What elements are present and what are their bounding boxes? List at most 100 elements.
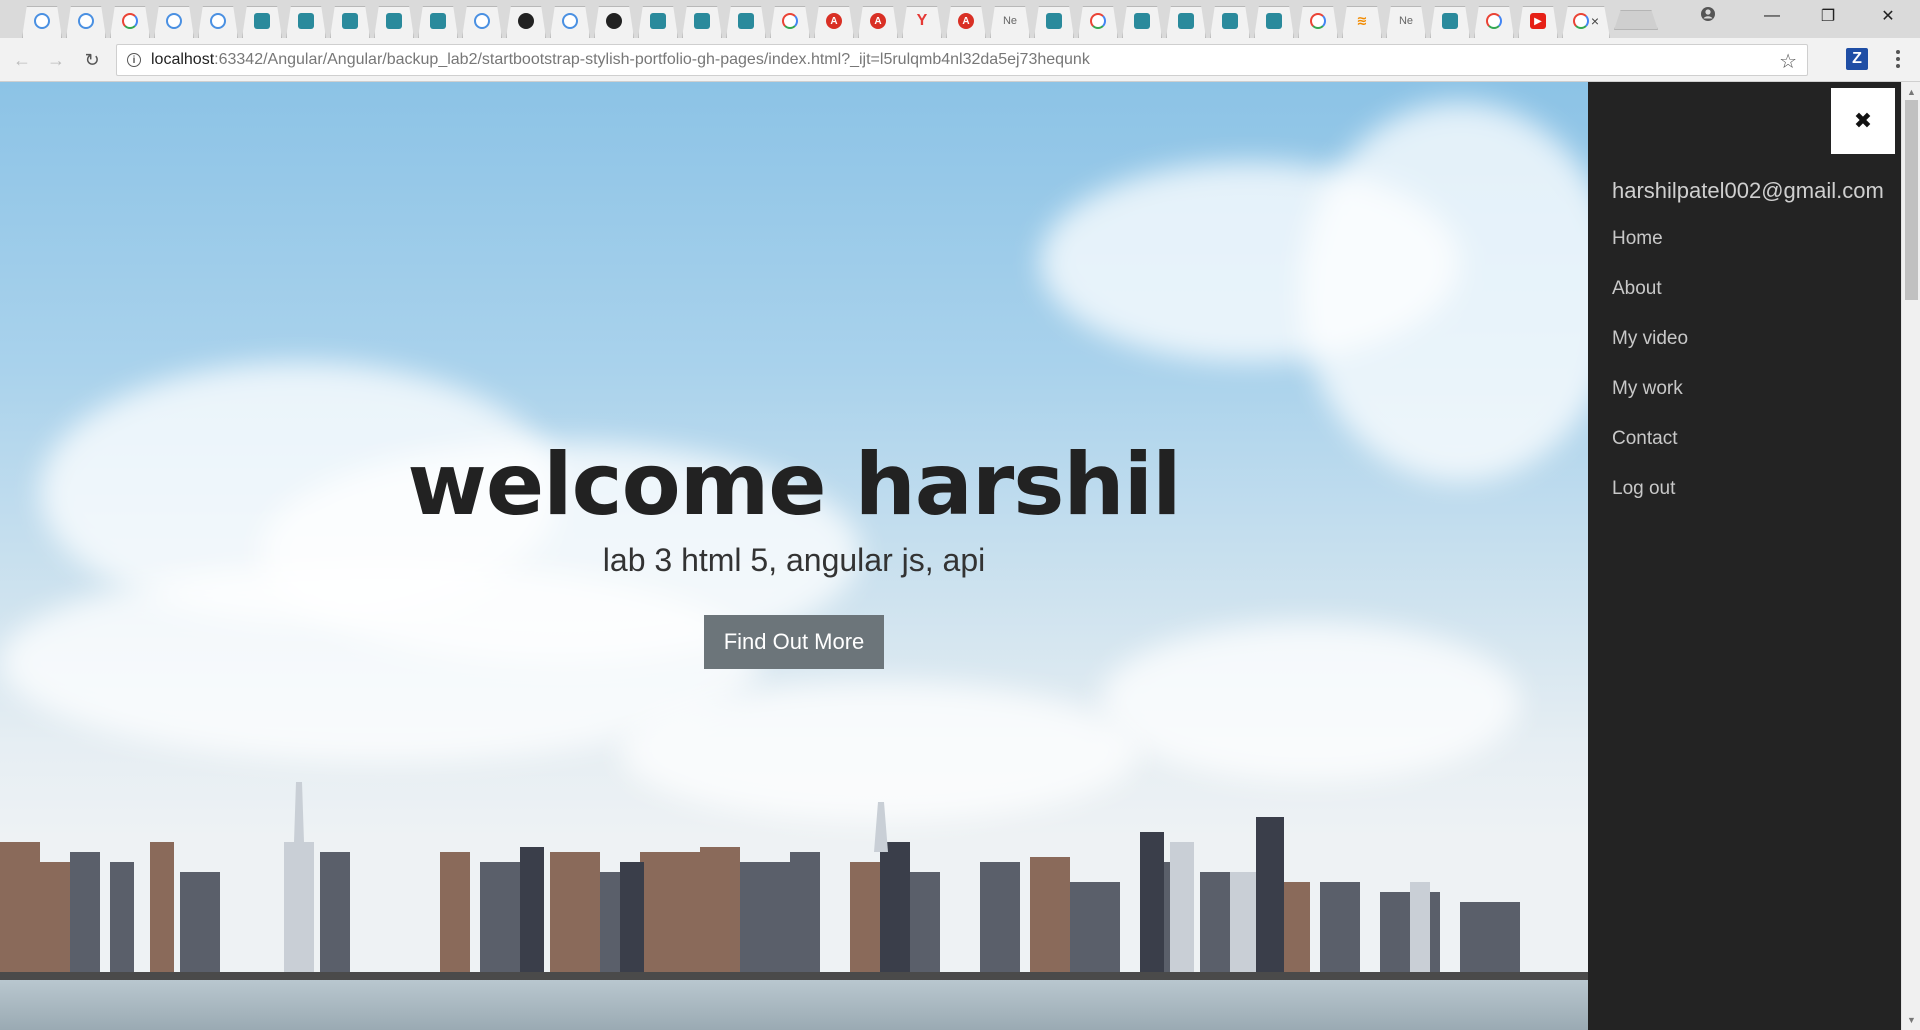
new-tab-button[interactable]	[1614, 10, 1658, 30]
camera-icon	[1134, 13, 1150, 29]
browser-tab[interactable]: A	[856, 4, 900, 38]
forward-icon[interactable]: →	[44, 48, 68, 72]
find-out-more-button[interactable]: Find Out More	[703, 615, 885, 669]
browser-tab[interactable]	[1164, 4, 1208, 38]
back-icon[interactable]: ←	[10, 48, 34, 72]
text-icon: Ne	[1002, 15, 1018, 27]
sidebar-email[interactable]: harshilpatel002@gmail.com	[1612, 178, 1884, 204]
sidebar-close-icon[interactable]: ✖	[1831, 88, 1895, 154]
bookmark-star-icon[interactable]: ☆	[1779, 49, 1797, 74]
minimize-button[interactable]: —	[1744, 0, 1800, 32]
browser-tab[interactable]: Y	[900, 4, 944, 38]
hero-subtitle: lab 3 html 5, angular js, api	[602, 542, 986, 578]
browser-tab[interactable]: A	[944, 4, 988, 38]
browser-tab[interactable]	[328, 4, 372, 38]
sidebar-item-log-out[interactable]: Log out	[1612, 478, 1688, 528]
browser-tab[interactable]	[724, 4, 768, 38]
river-water	[0, 980, 1588, 1030]
tab-strip: A A Y A Ne ≋ Ne ▶ × — ❐ ✕	[0, 0, 1920, 38]
url-host: localhost	[151, 51, 215, 68]
chrome-icon	[562, 13, 578, 29]
sidebar-item-home[interactable]: Home	[1612, 228, 1688, 278]
scroll-up-icon[interactable]: ▲	[1902, 84, 1920, 100]
browser-tab[interactable]	[196, 4, 240, 38]
address-bar[interactable]: i localhost:63342/Angular/Angular/backup…	[116, 44, 1808, 76]
camera-icon	[298, 13, 314, 29]
sidebar-item-my-work[interactable]: My work	[1612, 378, 1688, 428]
stackoverflow-icon: ≋	[1356, 13, 1368, 28]
github-icon	[518, 13, 534, 29]
browser-tab[interactable]	[1120, 4, 1164, 38]
hero-title: welcome harshil	[407, 435, 1181, 535]
browser-toolbar: ← → ↻ i localhost:63342/Angular/Angular/…	[0, 38, 1920, 82]
maximize-button[interactable]: ❐	[1800, 0, 1856, 32]
browser-tab[interactable]	[680, 4, 724, 38]
browser-tab[interactable]	[1472, 4, 1516, 38]
browser-tab[interactable]	[592, 4, 636, 38]
page-scrollbar[interactable]: ▲ ▼	[1901, 82, 1920, 1030]
sidebar-item-about[interactable]: About	[1612, 278, 1688, 328]
browser-tab[interactable]	[1252, 4, 1296, 38]
tab-list: A A Y A Ne ≋ Ne ▶ ×	[20, 4, 1612, 38]
tab-close-icon[interactable]: ×	[1591, 13, 1599, 29]
sidebar-nav: Home About My video My work Contact Log …	[1612, 228, 1688, 528]
sidebar-item-contact[interactable]: Contact	[1612, 428, 1688, 478]
camera-icon	[738, 13, 754, 29]
google-icon	[1572, 13, 1589, 29]
browser-tab[interactable]	[64, 4, 108, 38]
reload-icon[interactable]: ↻	[80, 48, 104, 72]
browser-tab[interactable]: ▶	[1516, 4, 1560, 38]
chrome-icon	[166, 13, 182, 29]
camera-icon	[386, 13, 402, 29]
browser-tab[interactable]	[504, 4, 548, 38]
browser-tab[interactable]	[1428, 4, 1472, 38]
browser-tab[interactable]	[416, 4, 460, 38]
browser-tab[interactable]	[636, 4, 680, 38]
google-icon	[782, 13, 798, 29]
google-icon	[122, 13, 138, 29]
page-viewport: welcome harshil lab 3 html 5, angular js…	[0, 82, 1920, 1030]
browser-tab[interactable]: Ne	[988, 4, 1032, 38]
zotero-extension-icon[interactable]: Z	[1846, 48, 1868, 70]
browser-tab[interactable]	[1032, 4, 1076, 38]
browser-tab[interactable]: ≋	[1340, 4, 1384, 38]
camera-icon	[342, 13, 358, 29]
browser-tab[interactable]	[460, 4, 504, 38]
browser-tab[interactable]: ×	[1560, 4, 1612, 38]
camera-icon	[1222, 13, 1238, 29]
browser-tab[interactable]	[1296, 4, 1340, 38]
browser-tab[interactable]	[108, 4, 152, 38]
browser-tab[interactable]	[240, 4, 284, 38]
camera-icon	[430, 13, 446, 29]
angular-icon: A	[958, 13, 974, 29]
scroll-down-icon[interactable]: ▼	[1902, 1012, 1920, 1028]
hero-content: welcome harshil lab 3 html 5, angular js…	[0, 442, 1588, 669]
y-icon: Y	[916, 12, 928, 29]
browser-menu-icon[interactable]	[1890, 46, 1906, 72]
google-icon	[1486, 13, 1502, 29]
browser-tab[interactable]	[20, 4, 64, 38]
chrome-icon	[210, 13, 226, 29]
window-close-button[interactable]: ✕	[1860, 0, 1916, 32]
google-icon	[1310, 13, 1326, 29]
chrome-icon	[34, 13, 50, 29]
youtube-icon: ▶	[1530, 13, 1546, 29]
profile-icon[interactable]	[1700, 6, 1716, 22]
info-icon[interactable]: i	[127, 53, 141, 67]
camera-icon	[650, 13, 666, 29]
hero-section: welcome harshil lab 3 html 5, angular js…	[0, 82, 1588, 1030]
chrome-icon	[474, 13, 490, 29]
browser-tab[interactable]	[1076, 4, 1120, 38]
browser-tab[interactable]: A	[812, 4, 856, 38]
browser-tab[interactable]	[548, 4, 592, 38]
sidebar-item-my-video[interactable]: My video	[1612, 328, 1688, 378]
text-icon: Ne	[1398, 15, 1414, 27]
browser-tab[interactable]	[1208, 4, 1252, 38]
scroll-thumb[interactable]	[1905, 100, 1918, 300]
browser-tab[interactable]	[768, 4, 812, 38]
browser-tab[interactable]	[372, 4, 416, 38]
browser-tab[interactable]: Ne	[1384, 4, 1428, 38]
url-text[interactable]: localhost:63342/Angular/Angular/backup_l…	[151, 51, 1090, 69]
browser-tab[interactable]	[152, 4, 196, 38]
browser-tab[interactable]	[284, 4, 328, 38]
